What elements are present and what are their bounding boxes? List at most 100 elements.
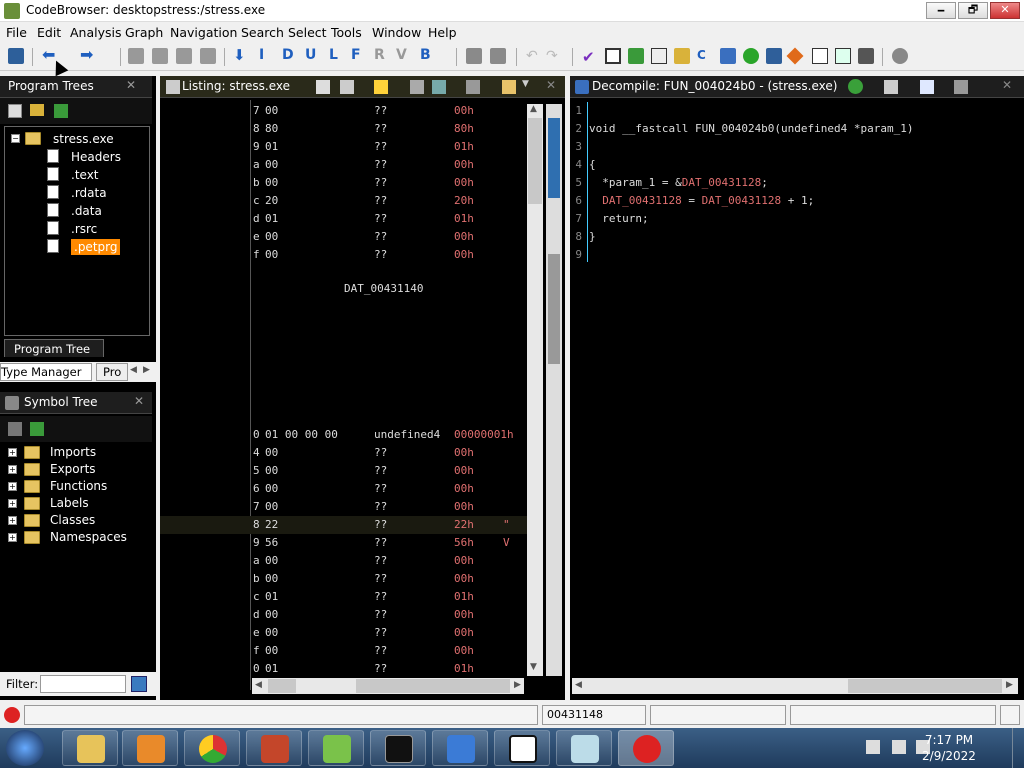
tab-type-manager[interactable]: Type Manager [0, 363, 92, 381]
listing-options-icon[interactable] [502, 80, 516, 94]
toolbar-R[interactable]: R [374, 47, 385, 63]
scroll-left-icon[interactable]: ◀ [255, 680, 262, 690]
listing-row[interactable]: 4 00?? 00h [160, 444, 530, 462]
listing-row[interactable]: e 00?? 00h [160, 228, 530, 246]
bytes-icon[interactable] [605, 48, 621, 64]
refresh-green-icon[interactable] [628, 48, 644, 64]
toolbar-undefined-U[interactable]: U [305, 47, 316, 63]
tab-program-tree[interactable]: Program Tree [4, 339, 104, 357]
taskbar-clock[interactable]: 7:17 PM 2/9/2022 [914, 732, 984, 764]
listing-row[interactable]: a 00?? 00h [160, 156, 530, 174]
taskbar-explorer[interactable] [62, 730, 118, 766]
forward-arrow-icon[interactable]: ➡ [80, 47, 96, 64]
symbol-imports[interactable]: Imports [50, 444, 96, 460]
menu-tools[interactable]: Tools [331, 25, 362, 40]
folder-icon[interactable] [674, 48, 690, 64]
toolbar-bookmark-B[interactable]: B [420, 47, 431, 63]
call-tree-icon[interactable] [858, 48, 874, 64]
show-desktop-button[interactable] [1012, 728, 1024, 768]
filter-options-icon[interactable] [131, 676, 147, 692]
run-script-icon[interactable] [743, 48, 759, 64]
tab-scroll-left-icon[interactable]: ◀ [130, 365, 137, 375]
tray-flag-icon[interactable] [866, 740, 880, 754]
listing-header-row[interactable]: 0 01 00 00 00 undefined4 00000001h [160, 426, 530, 444]
menu-navigation[interactable]: Navigation [170, 25, 237, 40]
function-graph-icon[interactable] [720, 48, 736, 64]
navigate-icon-4[interactable] [200, 48, 216, 64]
listing-row[interactable]: f 00?? 00h [160, 642, 530, 660]
create-namespace-icon[interactable] [8, 422, 22, 436]
decompile-line[interactable]: 9 [570, 246, 1010, 264]
decompile-line[interactable]: 5 *param_1 = &DAT_00431128; [570, 174, 1010, 192]
listing-row[interactable]: 5 00?? 00h [160, 462, 530, 480]
tree-item-petprg-selected[interactable]: .petprg [71, 239, 121, 255]
symbol-labels[interactable]: Labels [50, 495, 89, 511]
decompile-line[interactable]: 6 DAT_00431128 = DAT_00431128 + 1; [570, 192, 1010, 210]
listing-row[interactable]: c 20?? 20h [160, 192, 530, 210]
listing-row[interactable]: a 00?? 00h [160, 552, 530, 570]
listing-row[interactable]: 9 56?? 56h V [160, 534, 530, 552]
menu-window[interactable]: Window [372, 25, 421, 40]
tree-item-data[interactable]: .data [71, 203, 102, 219]
decompile-edit-icon[interactable] [920, 80, 934, 94]
down-arrow-icon[interactable]: ⬇ [233, 48, 249, 64]
copy-icon[interactable] [316, 80, 330, 94]
taskbar-app-9[interactable] [556, 730, 612, 766]
expand-labels-icon[interactable]: + [8, 499, 17, 508]
decompile-refresh-icon[interactable] [848, 79, 863, 94]
listing-row[interactable]: 9 01?? 01h [160, 138, 530, 156]
start-button[interactable] [6, 730, 44, 766]
expand-exports-icon[interactable]: + [8, 465, 17, 474]
listing-row[interactable]: c 01?? 01h [160, 588, 530, 606]
diamond-icon[interactable] [786, 47, 804, 65]
expand-classes-icon[interactable]: + [8, 516, 17, 525]
scroll-up-icon[interactable]: ▲ [530, 104, 537, 114]
decompile-line[interactable]: 4{ [570, 156, 1010, 174]
decompile-hscroll-thumb[interactable] [848, 679, 1002, 693]
scroll-down-icon[interactable]: ▼ [530, 662, 537, 672]
tree-refresh-icon[interactable] [54, 104, 68, 118]
listing-label-dat[interactable]: DAT_00431140 [344, 282, 423, 295]
taskbar-media-player[interactable] [122, 730, 178, 766]
navigate-icon-1[interactable] [128, 48, 144, 64]
tree-item-rdata[interactable]: .rdata [71, 185, 107, 201]
listing-row[interactable]: 8 22?? 22h " [160, 516, 530, 534]
check-icon[interactable]: ✔ [582, 48, 598, 66]
expand-imports-icon[interactable]: + [8, 448, 17, 457]
taskbar-cmd[interactable] [370, 730, 426, 766]
tray-network-icon[interactable] [892, 740, 906, 754]
toolbar-label-L[interactable]: L [329, 47, 338, 63]
taskbar-notepadpp[interactable] [308, 730, 364, 766]
tab-program-ops[interactable]: Pro [96, 363, 128, 381]
toolbar-instruction-I[interactable]: I [259, 47, 264, 63]
paste-icon[interactable] [340, 80, 354, 94]
help-bubble-icon[interactable] [892, 48, 908, 64]
symbol-tree-close-icon[interactable]: ✕ [134, 394, 144, 408]
listing-menu-icon[interactable]: ▼ [522, 79, 529, 89]
tree-item-text[interactable]: .text [71, 167, 99, 183]
symbol-exports[interactable]: Exports [50, 461, 96, 477]
tree-root-stress-exe[interactable]: stress.exe [53, 131, 114, 147]
decompile-scroll-left-icon[interactable]: ◀ [575, 680, 582, 690]
save-icon[interactable] [8, 48, 24, 64]
listing-row[interactable]: d 01?? 01h [160, 210, 530, 228]
tree-item-rsrc[interactable]: .rsrc [71, 221, 97, 237]
listing-row[interactable]: 0 01?? 01h [160, 660, 530, 678]
decompile-close-icon[interactable]: ✕ [1002, 78, 1012, 92]
toolbar-icon-6[interactable] [490, 48, 506, 64]
taskbar-chrome[interactable] [184, 730, 240, 766]
listing-vscrollbar[interactable]: ▲ ▼ [527, 104, 543, 676]
menu-graph[interactable]: Graph [125, 25, 163, 40]
menu-help[interactable]: Help [428, 25, 457, 40]
listing-row[interactable]: b 00?? 00h [160, 570, 530, 588]
symbol-refresh-icon[interactable] [30, 422, 44, 436]
menu-edit[interactable]: Edit [37, 25, 61, 40]
program-trees-close-icon[interactable]: ✕ [126, 78, 136, 92]
listing-hscroll-thumb-2[interactable] [356, 679, 510, 693]
expand-namespaces-icon[interactable]: + [8, 533, 17, 542]
taskbar-app-4[interactable] [246, 730, 302, 766]
decompile-scroll-right-icon[interactable]: ▶ [1006, 680, 1013, 690]
taskbar-windows-update[interactable] [432, 730, 488, 766]
memory-map-icon[interactable] [651, 48, 667, 64]
snapshot-icon[interactable] [466, 80, 480, 94]
